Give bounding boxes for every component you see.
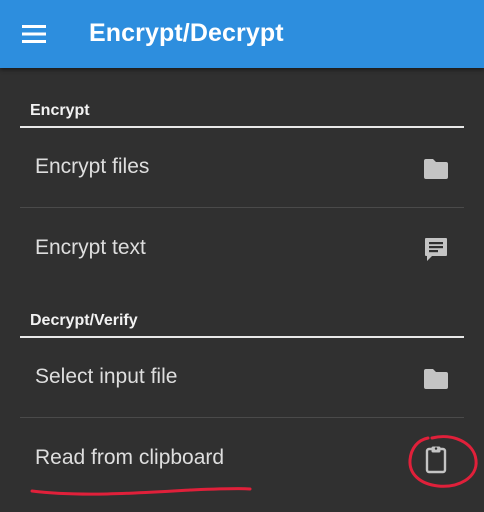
list-item-label: Read from clipboard <box>35 446 225 469</box>
section-title: Encrypt <box>30 102 90 119</box>
section-header-decrypt: Decrypt/Verify <box>20 308 464 338</box>
clipboard-icon <box>422 446 450 474</box>
section-header-encrypt: Encrypt <box>20 98 464 128</box>
main-content: Encrypt Encrypt files Encrypt text Decry… <box>0 68 484 512</box>
select-input-file-item[interactable]: Select input file <box>20 338 464 418</box>
list-item-label: Select input file <box>35 365 178 388</box>
read-from-clipboard-item[interactable]: Read from clipboard <box>20 419 464 499</box>
menu-button[interactable] <box>12 12 56 56</box>
section-title: Decrypt/Verify <box>30 312 138 329</box>
app-bar: Encrypt/Decrypt <box>0 0 484 68</box>
hamburger-menu-icon <box>22 25 46 43</box>
list-item-label: Encrypt files <box>35 155 150 178</box>
folder-icon <box>422 155 450 183</box>
page-title: Encrypt/Decrypt <box>89 19 284 47</box>
list-item-label: Encrypt text <box>35 236 146 259</box>
folder-icon <box>422 365 450 393</box>
message-icon <box>422 236 450 264</box>
encrypt-text-item[interactable]: Encrypt text <box>20 209 464 289</box>
encrypt-files-item[interactable]: Encrypt files <box>20 128 464 208</box>
